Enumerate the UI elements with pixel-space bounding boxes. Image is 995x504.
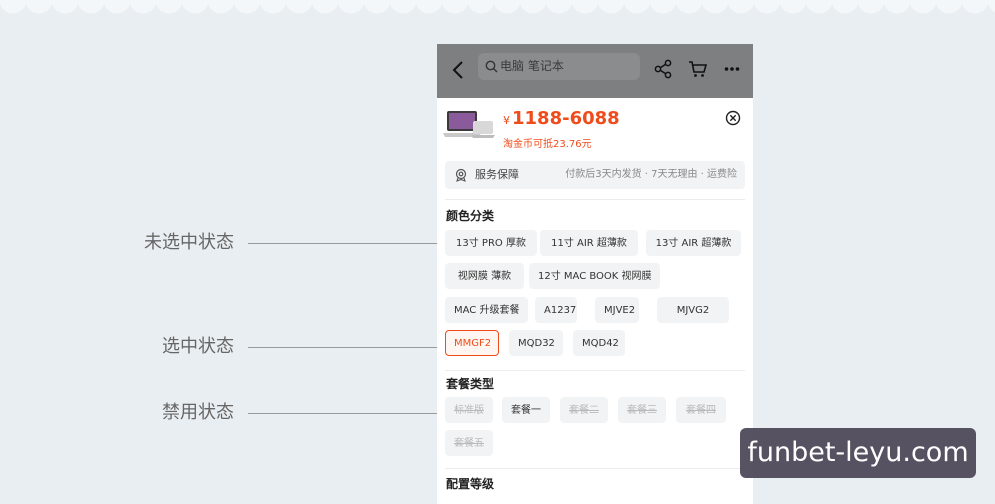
search-icon [485,60,498,73]
divider [445,199,745,200]
annotation-label: 禁用状态 [162,402,234,423]
share-icon[interactable] [654,59,672,79]
annotation-line [248,413,440,414]
option-chip-disabled: 套餐四 [676,397,726,423]
service-label: 服务保障 [475,168,519,181]
phone-screen: 电脑 笔记本 ¥1188-6088 淘金币可抵23.76元 服务保障 付款后3天… [437,44,753,504]
section-title-config: 配置等级 [446,477,495,491]
option-chip-normal[interactable]: 11寸 AIR 超薄款 [540,230,638,256]
search-query: 电脑 笔记本 [500,59,564,73]
more-icon[interactable] [724,66,740,72]
annotation-disabled: 禁用状态 [0,398,440,428]
watermark: funbet-leyu.com [740,428,976,478]
option-chip-disabled: 标准版 [445,397,493,423]
service-guarantee-bar[interactable]: 服务保障 付款后3天内发货 · 7天无理由 · 运费险 [445,161,745,189]
option-chip-normal[interactable]: A1237 [535,297,577,323]
shield-icon [455,168,467,182]
option-chip-disabled: 套餐三 [618,397,666,423]
coin-discount: 淘金币可抵23.76元 [503,139,592,150]
option-chip-disabled: 套餐二 [560,397,608,423]
price-range: 1188-6088 [512,108,620,129]
price: ¥1188-6088 [503,108,620,129]
cart-icon[interactable] [688,60,708,78]
option-chip-normal[interactable]: 13寸 PRO 厚款 [445,230,537,256]
option-chip-normal[interactable]: MQD42 [573,330,625,356]
option-chip-selected[interactable]: MMGF2 [445,330,499,356]
annotation-label: 未选中状态 [144,232,234,253]
back-icon[interactable] [451,60,465,80]
annotation-label: 选中状态 [162,336,234,357]
annotation-line [248,347,440,348]
section-title-package: 套餐类型 [446,377,495,391]
option-chip-normal[interactable]: MJVG2 [657,297,729,323]
product-image [443,111,495,138]
option-chip-disabled: 套餐五 [445,430,493,456]
section-title-color: 颜色分类 [446,209,495,223]
divider [445,370,745,371]
annotation-selected: 选中状态 [0,332,440,362]
option-chip-normal[interactable]: MJVE2 [595,297,639,323]
price-symbol: ¥ [503,114,510,127]
service-detail: 付款后3天内发货 · 7天无理由 · 运费险 [565,169,737,180]
annotation-line [248,243,440,244]
option-chip-normal[interactable]: 13寸 AIR 超薄款 [646,230,741,256]
option-chip-normal[interactable]: 视网膜 薄款 [445,263,524,289]
option-chip-normal[interactable]: 套餐一 [502,397,550,423]
annotation-unselected: 未选中状态 [0,228,440,258]
close-icon[interactable] [725,110,741,126]
option-chip-normal[interactable]: 12寸 MAC BOOK 视网膜 [529,263,660,289]
top-bar: 电脑 笔记本 [437,44,753,98]
option-chip-normal[interactable]: MQD32 [509,330,563,356]
option-chip-normal[interactable]: MAC 升级套餐 [445,297,528,323]
divider [445,468,745,469]
decorative-border [0,0,995,26]
search-input[interactable]: 电脑 笔记本 [478,53,640,80]
